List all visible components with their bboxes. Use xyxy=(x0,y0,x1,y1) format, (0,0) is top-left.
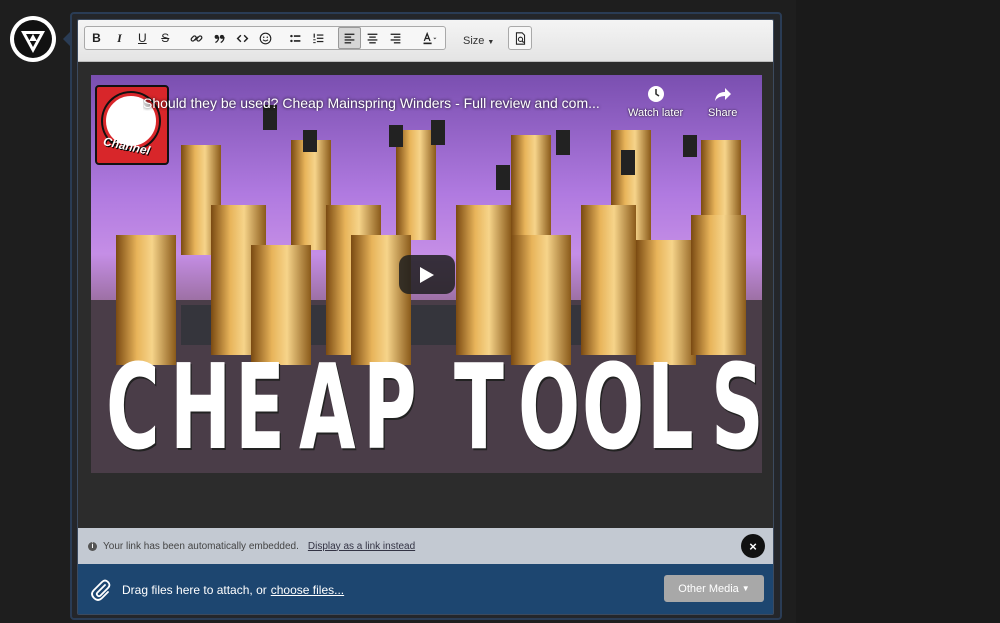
display-as-link-button[interactable]: Display as a link instead xyxy=(308,541,415,552)
info-icon: i xyxy=(88,541,97,551)
text-color-icon xyxy=(423,31,437,44)
align-center-button[interactable] xyxy=(361,27,384,49)
link-icon xyxy=(190,34,203,42)
preview-button[interactable] xyxy=(508,26,532,50)
headline-letter: A xyxy=(298,338,356,473)
embed-notice-message: Your link has been automatically embedde… xyxy=(103,540,299,552)
chevron-down-icon: ▼ xyxy=(487,39,495,46)
rich-text-editor: B I U S Size ▼ Channel Should they be us… xyxy=(77,19,774,615)
other-media-label: Other Media xyxy=(678,582,739,595)
link-button[interactable] xyxy=(185,27,208,49)
emoji-button[interactable] xyxy=(254,27,277,49)
headline-letter: S xyxy=(710,338,762,473)
clock-icon xyxy=(647,86,664,102)
numbered-list-icon xyxy=(313,33,324,43)
share-label: Share xyxy=(708,107,738,119)
align-right-icon xyxy=(390,33,401,43)
align-left-icon xyxy=(344,33,355,43)
headline-letter: O xyxy=(582,338,645,473)
headline-letter: C xyxy=(106,338,160,473)
quote-button[interactable] xyxy=(208,27,231,49)
preview-icon xyxy=(515,31,525,45)
embed-notice: i Your link has been automatically embed… xyxy=(78,528,773,564)
quote-icon xyxy=(214,34,225,43)
watch-later-button[interactable]: Watch later xyxy=(628,85,683,119)
headline-letter: P xyxy=(363,338,417,473)
choose-files-link[interactable]: choose files... xyxy=(271,583,344,597)
frame-pointer xyxy=(63,32,70,46)
play-icon xyxy=(420,266,434,283)
bold-button[interactable]: B xyxy=(85,27,108,49)
drag-files-text: Drag files here to attach, or xyxy=(122,583,267,597)
bullet-list-button[interactable] xyxy=(284,27,307,49)
numbered-list-button[interactable] xyxy=(307,27,330,49)
headline-letter: T xyxy=(453,338,504,473)
editor-toolbar: B I U S Size ▼ xyxy=(78,20,773,62)
chevron-down-icon: ▼ xyxy=(741,584,750,593)
watch-later-label: Watch later xyxy=(628,107,684,119)
size-label: Size xyxy=(463,35,485,47)
align-center-icon xyxy=(367,33,378,43)
headline-letter: H xyxy=(170,338,232,473)
user-avatar-icon xyxy=(14,20,52,58)
strikethrough-button[interactable]: S xyxy=(154,27,177,49)
paperclip-icon xyxy=(91,579,111,601)
video-title[interactable]: Should they be used? Cheap Mainspring Wi… xyxy=(143,95,623,111)
embedded-video[interactable]: Channel Should they be used? Cheap Mains… xyxy=(91,75,762,473)
underline-button[interactable]: U xyxy=(131,27,154,49)
text-color-button[interactable] xyxy=(415,27,445,49)
headline-letter: L xyxy=(646,338,694,473)
avatar[interactable] xyxy=(10,16,56,62)
left-gutter xyxy=(0,0,70,623)
code-button[interactable] xyxy=(231,27,254,49)
close-icon[interactable]: × xyxy=(741,534,765,558)
share-button[interactable]: Share xyxy=(708,85,737,119)
code-icon xyxy=(236,34,248,42)
size-dropdown[interactable]: Size ▼ xyxy=(463,35,494,47)
play-button[interactable] xyxy=(399,255,455,294)
right-panel xyxy=(796,0,1000,623)
align-right-button[interactable] xyxy=(384,27,407,49)
share-icon xyxy=(714,88,731,101)
attachment-bar: Drag files here to attach, or choose fil… xyxy=(78,564,773,614)
headline-letter: O xyxy=(518,338,581,473)
headline-letter: E xyxy=(234,338,285,473)
smiley-icon xyxy=(259,32,271,44)
editor-content[interactable]: Channel Should they be used? Cheap Mains… xyxy=(78,62,773,528)
thumbnail-headline: C H E A P T O O L S xyxy=(91,347,762,467)
headline-letter xyxy=(420,347,432,467)
other-media-button[interactable]: Other Media ▼ xyxy=(664,575,764,602)
align-left-button[interactable] xyxy=(338,27,362,49)
italic-button[interactable]: I xyxy=(108,27,131,49)
bullet-list-icon xyxy=(290,34,301,42)
format-toolbar-group: B I U S xyxy=(84,26,446,50)
